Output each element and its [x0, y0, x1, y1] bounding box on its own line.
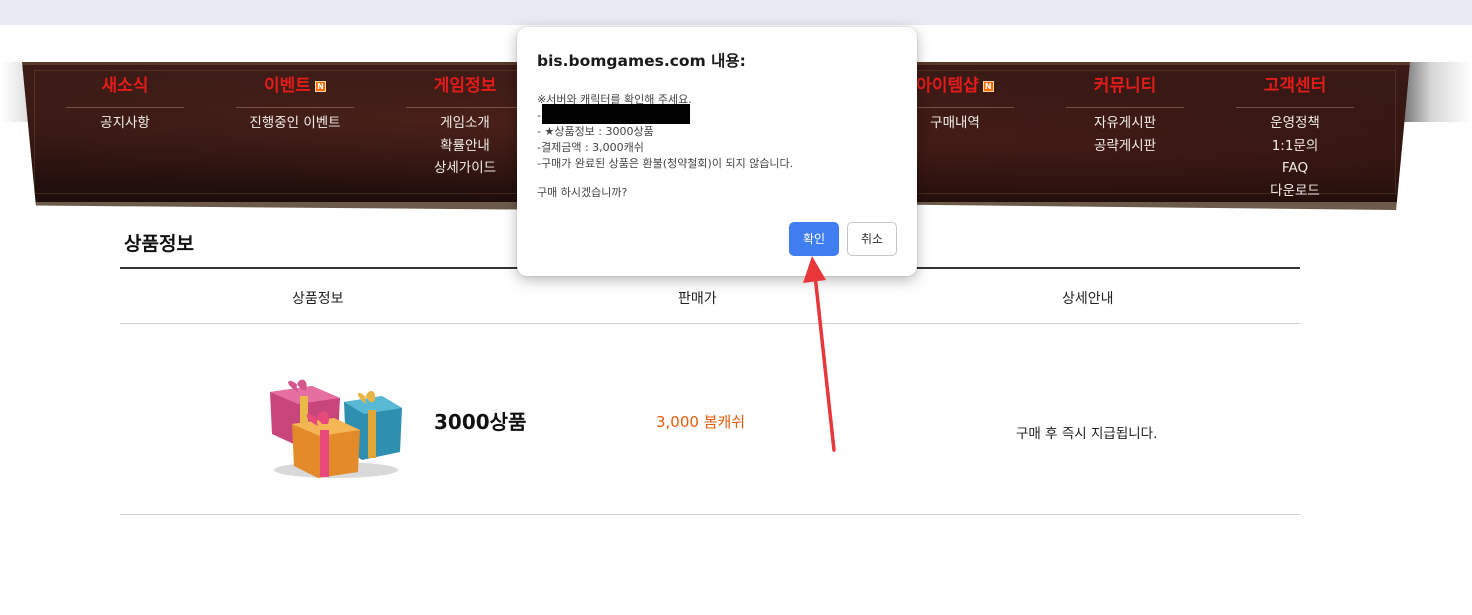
dialog-line: -결제금액 : 3,000캐쉬: [537, 141, 644, 154]
header-divider: [120, 323, 1300, 324]
cancel-button[interactable]: 취소: [847, 222, 897, 256]
nav-item-guide[interactable]: 상세가이드: [405, 157, 525, 180]
nav-column-news: 새소식 공지사항: [65, 74, 185, 135]
nav-item-probability[interactable]: 확률안내: [405, 135, 525, 158]
nav-item-game-intro[interactable]: 게임소개: [405, 112, 525, 135]
nav-divider: [236, 107, 354, 108]
nav-title-gameinfo[interactable]: 게임정보: [405, 74, 525, 98]
column-header-price: 판매가: [678, 291, 717, 307]
dialog-line: -구매가 완료된 상품은 환불(청약철회)이 되지 않습니다.: [537, 157, 794, 170]
nav-title-event[interactable]: 이벤트 N: [235, 74, 355, 98]
nav-title-community[interactable]: 커뮤니티: [1065, 74, 1185, 98]
nav-divider: [1066, 107, 1184, 108]
column-header-product: 상품정보: [292, 291, 344, 307]
product-name: 3000상품: [434, 410, 527, 434]
nav-divider: [1236, 107, 1354, 108]
nav-divider: [66, 107, 184, 108]
confirm-dialog: bis.bomgames.com 내용: ※서버와 캐릭터를 확인해 주세요. …: [517, 27, 917, 276]
browser-top-bar: [0, 0, 1472, 25]
product-description: 구매 후 즉시 지급됩니다.: [1016, 426, 1158, 442]
new-badge-icon: N: [314, 80, 326, 92]
nav-item-policy[interactable]: 운영정책: [1235, 112, 1355, 135]
nav-column-community: 커뮤니티 자유게시판 공략게시판: [1065, 74, 1185, 157]
ok-button[interactable]: 확인: [789, 222, 839, 256]
dialog-question: 구매 하시겠습니까?: [537, 186, 628, 199]
gift-box-image: [262, 368, 410, 480]
product-price: 3,000 봄캐쉬: [656, 413, 746, 431]
nav-item-inquiry[interactable]: 1:1문의: [1235, 135, 1355, 158]
nav-item-strategy-board[interactable]: 공략게시판: [1065, 135, 1185, 158]
nav-item-faq[interactable]: FAQ: [1235, 157, 1355, 180]
nav-column-event: 이벤트 N 진행중인 이벤트: [235, 74, 355, 135]
new-badge-icon: N: [982, 80, 994, 92]
nav-item-notice[interactable]: 공지사항: [65, 112, 185, 135]
nav-divider: [406, 107, 524, 108]
nav-item-free-board[interactable]: 자유게시판: [1065, 112, 1185, 135]
redaction-box: [542, 104, 690, 124]
nav-item-ongoing-event[interactable]: 진행중인 이벤트: [235, 112, 355, 135]
nav-item-download[interactable]: 다운로드: [1235, 180, 1355, 203]
nav-column-support: 고객센터 운영정책 1:1문의 FAQ 다운로드: [1235, 74, 1355, 202]
column-header-details: 상세안내: [1062, 291, 1114, 307]
nav-title-news[interactable]: 새소식: [65, 74, 185, 98]
nav-column-gameinfo: 게임정보 게임소개 확률안내 상세가이드: [405, 74, 525, 180]
dialog-line: - ★상품정보 : 3000상품: [537, 125, 654, 138]
dialog-title: bis.bomgames.com 내용:: [537, 52, 746, 70]
section-title: 상품정보: [124, 233, 194, 255]
nav-title-support[interactable]: 고객센터: [1235, 74, 1355, 98]
row-divider: [120, 514, 1300, 515]
